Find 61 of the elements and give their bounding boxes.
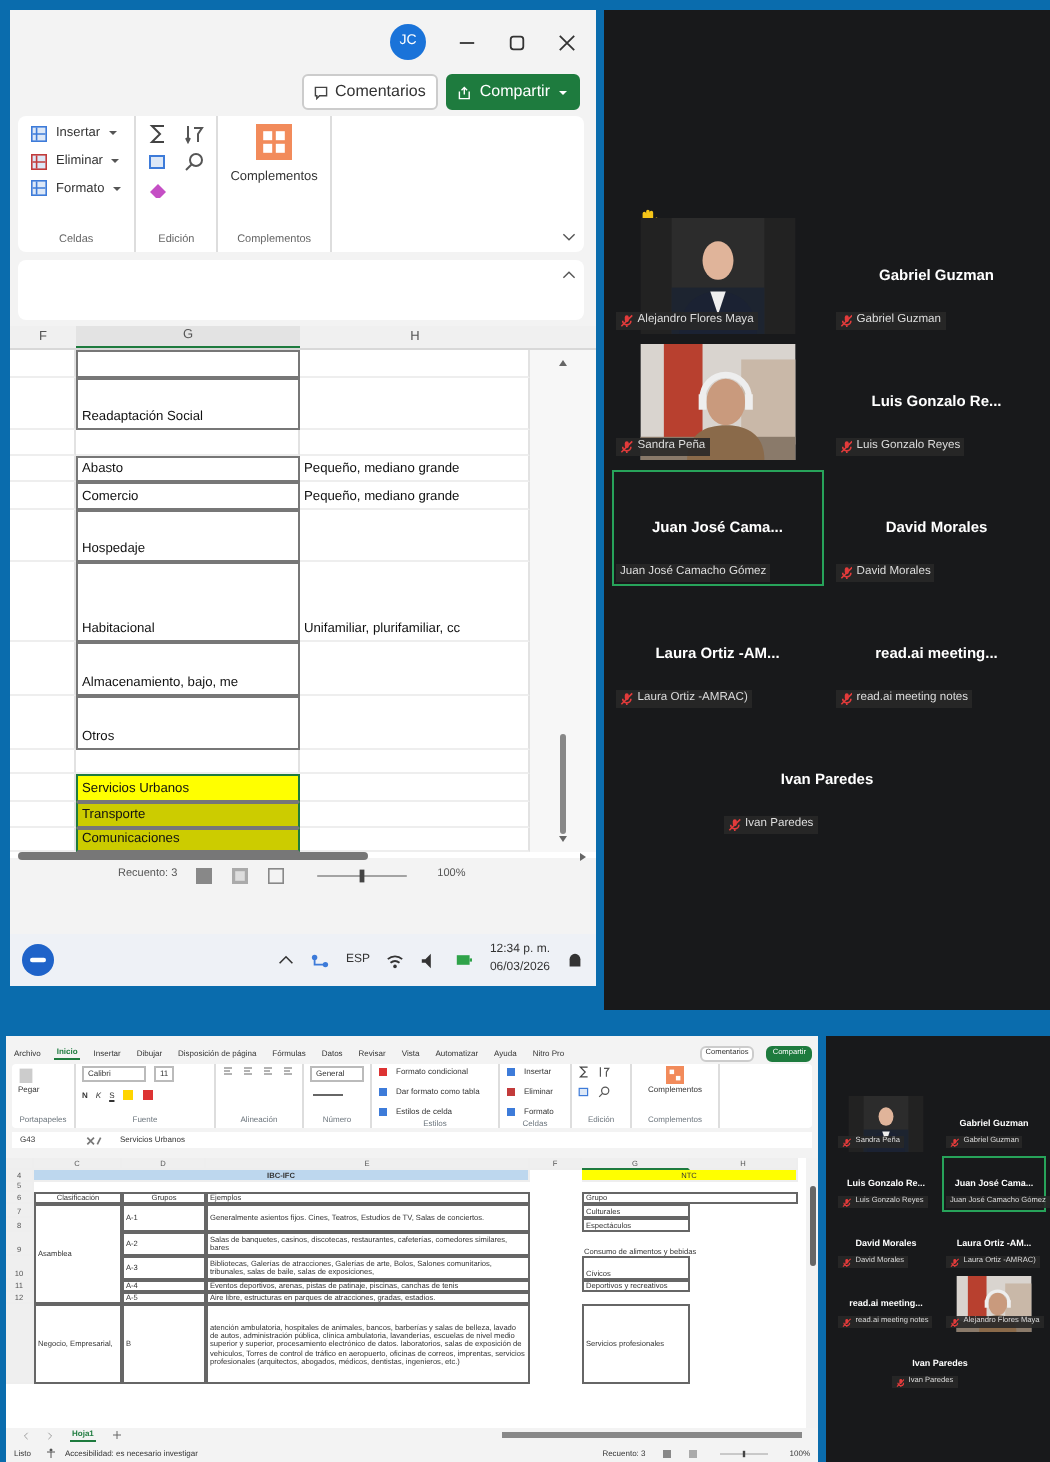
fill-icon[interactable] [578,1085,590,1098]
sum-icon[interactable] [578,1065,590,1078]
notification-icon[interactable] [566,951,584,969]
grid-icon [256,124,293,160]
scroll-up-icon [558,357,568,368]
table-icon [378,1087,388,1096]
accessibility-icon [46,1448,57,1459]
comment-icon [313,85,328,99]
page-layout-icon[interactable] [229,867,250,883]
caret-icon [558,87,568,97]
align-icon[interactable] [282,1065,294,1076]
chevron-down-icon[interactable] [562,230,576,244]
sum-icon[interactable] [148,124,169,144]
comments-button[interactable]: Comentarios [301,74,438,110]
sort-filter-icon[interactable] [598,1065,610,1078]
network-icon[interactable] [309,951,330,969]
chevron-up-icon[interactable] [562,268,576,282]
table-icon [30,180,48,197]
table-icon [506,1087,516,1096]
page-layout-icon[interactable] [687,1449,698,1458]
share-icon [457,85,472,99]
caret-icon [112,183,123,194]
normal-view-icon[interactable] [193,867,214,883]
eraser-icon[interactable] [148,180,169,200]
scroll-right-icon [578,851,588,862]
chevron-up-icon[interactable] [277,952,294,968]
table-icon [30,125,48,142]
battery-icon[interactable] [453,952,474,968]
close-icon[interactable] [558,33,576,51]
caret-icon [108,128,119,139]
horizontal-scrollbar[interactable] [502,1432,802,1439]
table-icon [506,1107,516,1116]
app-icon[interactable] [22,944,54,976]
align-icon[interactable] [262,1065,274,1076]
vertical-scrollbar[interactable] [530,349,596,852]
maximize-icon[interactable] [508,33,526,51]
next-sheet-icon[interactable] [46,1431,54,1440]
wifi-icon[interactable] [385,951,404,969]
previous-sheet-icon[interactable] [22,1431,30,1440]
currency-icon[interactable] [310,1089,346,1100]
sort-filter-icon[interactable] [184,124,205,144]
search-icon[interactable] [598,1085,610,1098]
font-color-icon[interactable] [142,1090,155,1101]
clipboard-icon [18,1065,34,1084]
table-icon [378,1107,388,1116]
add-sheet-icon[interactable] [111,1430,122,1441]
search-icon[interactable] [184,152,205,172]
caret-icon [110,156,121,167]
function-icon[interactable] [84,1135,104,1146]
table-icon [30,153,48,170]
normal-view-icon[interactable] [661,1449,672,1458]
share-button[interactable]: Compartir [445,74,580,110]
fill-icon[interactable] [148,152,169,172]
table-icon [378,1067,388,1076]
scroll-down-icon [558,833,568,844]
align-icon[interactable] [242,1065,254,1076]
slider-thumb[interactable] [358,868,364,882]
empty-cell[interactable] [76,349,300,378]
page-break-icon[interactable] [265,867,286,883]
align-icon[interactable] [222,1065,234,1076]
table-icon [506,1067,516,1076]
